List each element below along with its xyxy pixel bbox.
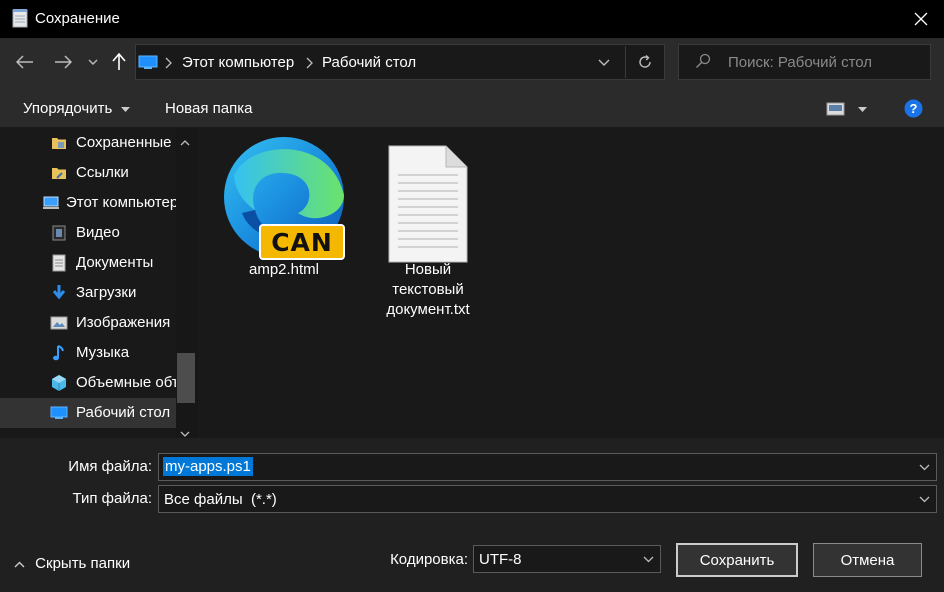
arrow-left-icon bbox=[16, 55, 33, 69]
up-button[interactable] bbox=[105, 48, 133, 76]
computer-icon bbox=[42, 194, 60, 212]
save-button[interactable]: Сохранить bbox=[676, 543, 798, 577]
filename-input[interactable]: my-apps.ps1 bbox=[163, 457, 253, 476]
encoding-value: UTF-8 bbox=[479, 551, 522, 568]
sidebar-item-label: Видео bbox=[76, 224, 120, 241]
desktop-icon bbox=[50, 404, 68, 422]
sidebar-item-saved[interactable]: Сохраненные bbox=[0, 128, 176, 158]
notepad-icon bbox=[11, 8, 29, 28]
sidebar-item-documents[interactable]: Документы bbox=[0, 248, 176, 278]
help-icon: ? bbox=[904, 99, 923, 118]
arrow-up-icon bbox=[112, 53, 126, 70]
search-icon bbox=[695, 53, 711, 73]
filetype-select[interactable]: Все файлы (*.*) bbox=[158, 485, 937, 513]
breadcrumb-this-pc[interactable]: Этот компьютер bbox=[182, 54, 294, 71]
sidebar-item-music[interactable]: Музыка bbox=[0, 338, 176, 368]
breadcrumb-desktop[interactable]: Рабочий стол bbox=[322, 54, 416, 71]
sidebar-item-desktop[interactable]: Рабочий стол bbox=[0, 398, 176, 428]
svg-text:?: ? bbox=[910, 101, 918, 116]
caret-down-icon bbox=[121, 106, 131, 112]
organize-button[interactable]: Упорядочить bbox=[23, 100, 131, 117]
chevron-down-icon bbox=[88, 59, 98, 65]
encoding-label: Кодировка: bbox=[390, 551, 468, 568]
3d-objects-icon bbox=[50, 374, 68, 392]
breadcrumb-separator-icon bbox=[165, 56, 172, 73]
sidebar-item-label: Загрузки bbox=[76, 284, 137, 301]
hide-folders-label: Скрыть папки bbox=[35, 555, 131, 572]
refresh-button[interactable] bbox=[631, 48, 659, 76]
file-name-line: документ.txt bbox=[386, 301, 470, 318]
chevron-down-icon[interactable] bbox=[919, 464, 930, 471]
address-dropdown-button[interactable] bbox=[590, 48, 618, 76]
documents-icon bbox=[50, 254, 68, 272]
file-name: Новый текстовый документ.txt bbox=[370, 260, 486, 320]
chevron-down-icon bbox=[919, 496, 930, 503]
sidebar-item-label: Этот компьютер bbox=[66, 194, 179, 211]
help-button[interactable]: ? bbox=[904, 99, 923, 122]
file-name: amp2.html bbox=[248, 261, 320, 278]
video-icon bbox=[50, 224, 68, 242]
title-bar bbox=[0, 0, 944, 38]
music-icon bbox=[50, 344, 68, 362]
filetype-label: Тип файла: bbox=[72, 490, 153, 507]
sidebar-item-this-pc[interactable]: Этот компьютер bbox=[0, 188, 179, 218]
hide-folders-button[interactable]: Скрыть папки bbox=[14, 555, 130, 573]
organize-label: Упорядочить bbox=[23, 100, 113, 117]
refresh-icon bbox=[639, 54, 651, 68]
search-input[interactable]: Поиск: Рабочий стол bbox=[728, 54, 872, 71]
back-button[interactable] bbox=[11, 48, 39, 76]
chevron-down-icon bbox=[598, 59, 610, 66]
filename-label: Имя файла: bbox=[68, 458, 152, 475]
file-badge: CAN bbox=[259, 224, 345, 260]
downloads-icon bbox=[50, 284, 68, 302]
new-folder-button[interactable]: Новая папка bbox=[165, 100, 252, 117]
file-badge-text: CAN bbox=[271, 227, 333, 257]
cancel-button[interactable]: Отмена bbox=[813, 543, 922, 577]
chevron-up-icon bbox=[14, 561, 25, 568]
file-name-line: текстовый bbox=[392, 281, 464, 298]
close-button[interactable] bbox=[898, 0, 944, 38]
sidebar-item-downloads[interactable]: Загрузки bbox=[0, 278, 176, 308]
file-item-new-text-document[interactable]: Новый текстовый документ.txt bbox=[370, 135, 486, 325]
chevron-down-icon bbox=[643, 556, 654, 563]
sidebar-item-pictures[interactable]: Изображения bbox=[0, 308, 176, 338]
text-file-icon bbox=[388, 145, 468, 263]
folder-saved-icon bbox=[50, 134, 68, 152]
view-icon bbox=[826, 102, 845, 116]
address-divider bbox=[625, 46, 626, 78]
toolbar bbox=[0, 90, 944, 128]
window-title: Сохранение bbox=[35, 10, 120, 27]
folder-links-icon bbox=[50, 164, 68, 182]
sidebar-item-label: Сохраненные bbox=[76, 134, 172, 151]
pictures-icon bbox=[50, 314, 68, 332]
caret-down-icon bbox=[858, 107, 867, 112]
arrow-right-icon bbox=[55, 55, 72, 69]
sidebar-item-label: Музыка bbox=[76, 344, 130, 361]
close-icon bbox=[914, 12, 928, 26]
sidebar-item-partial[interactable] bbox=[0, 428, 176, 438]
scroll-up-icon[interactable] bbox=[180, 133, 190, 150]
navigation-pane: Сохраненные Ссылки Этот компьютер Видео … bbox=[0, 128, 198, 438]
sidebar-item-3d-objects[interactable]: Объемные объекты bbox=[0, 368, 198, 398]
sidebar-item-video[interactable]: Видео bbox=[0, 218, 176, 248]
forward-button[interactable] bbox=[49, 48, 77, 76]
view-options-button[interactable] bbox=[826, 100, 870, 118]
recent-locations-button[interactable] bbox=[82, 48, 104, 76]
sidebar-item-label: Ссылки bbox=[76, 164, 129, 181]
sidebar-item-label: Документы bbox=[76, 254, 154, 271]
sidebar-item-label: Изображения bbox=[76, 314, 171, 331]
encoding-select[interactable]: UTF-8 bbox=[473, 545, 661, 573]
breadcrumb-separator-icon bbox=[306, 56, 313, 73]
desktop-icon bbox=[138, 54, 158, 70]
filename-field[interactable]: my-apps.ps1 bbox=[158, 453, 937, 481]
sidebar-scroll-thumb[interactable] bbox=[177, 353, 195, 403]
sidebar-item-label: Рабочий стол bbox=[76, 404, 171, 421]
file-name-line: Новый bbox=[404, 261, 452, 278]
file-item-amp2[interactable]: CAN amp2.html bbox=[218, 135, 350, 285]
filetype-value: Все файлы (*.*) bbox=[164, 491, 277, 508]
sidebar-item-links[interactable]: Ссылки bbox=[0, 158, 176, 188]
